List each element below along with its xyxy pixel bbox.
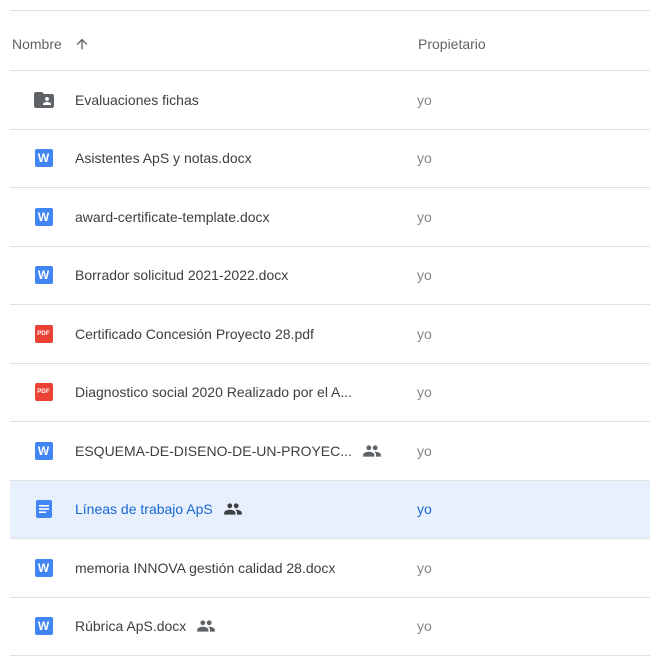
file-icon-cell — [10, 499, 75, 519]
file-name-cell: Rúbrica ApS.docx — [75, 618, 416, 634]
file-icon-cell: W — [10, 208, 75, 226]
word-icon: W — [35, 266, 53, 284]
file-list-header: Nombre Propietario — [10, 18, 650, 71]
file-icon-cell: PDF — [10, 383, 75, 401]
file-name[interactable]: Evaluaciones fichas — [75, 92, 199, 108]
file-row[interactable]: Waward-certificate-template.docx yo — [10, 188, 650, 247]
word-icon: W — [35, 559, 53, 577]
file-icon-cell: W — [10, 149, 75, 167]
file-name[interactable]: Certificado Concesión Proyecto 28.pdf — [75, 326, 314, 342]
file-icon-cell: W — [10, 559, 75, 577]
file-row[interactable]: Wmemoria INNOVA gestión calidad 28.docx y… — [10, 539, 650, 598]
file-name-cell: Certificado Concesión Proyecto 28.pdf — [75, 326, 416, 342]
file-owner: yo — [416, 209, 432, 225]
file-name-cell: award-certificate-template.docx — [75, 209, 416, 225]
file-owner: yo — [416, 618, 432, 634]
file-name-cell: Líneas de trabajo ApS — [75, 501, 416, 517]
pdf-icon: PDF — [35, 325, 53, 343]
pdf-icon: PDF — [35, 383, 53, 401]
file-name[interactable]: Diagnostico social 2020 Realizado por el… — [75, 384, 352, 400]
owner-column-header[interactable]: Propietario — [417, 36, 486, 52]
file-name[interactable]: ESQUEMA-DE-DISENO-DE-UN-PROYEC... — [75, 443, 352, 459]
word-icon: W — [35, 208, 53, 226]
file-name[interactable]: Borrador solicitud 2021-2022.docx — [75, 267, 288, 283]
name-column-label[interactable]: Nombre — [12, 36, 62, 52]
word-icon: W — [35, 617, 53, 635]
word-icon: W — [35, 149, 53, 167]
file-icon-cell: W — [10, 266, 75, 284]
file-owner: yo — [416, 326, 432, 342]
file-owner: yo — [416, 150, 432, 166]
name-column-header[interactable]: Nombre — [10, 36, 417, 52]
shared-people-icon — [196, 618, 216, 634]
file-row[interactable]: W ESQUEMA-DE-DISENO-DE-UN-PROYEC... yo — [10, 422, 650, 481]
file-name-cell: Diagnostico social 2020 Realizado por el… — [75, 384, 416, 400]
file-name-cell: memoria INNOVA gestión calidad 28.docx — [75, 560, 416, 576]
google-doc-icon — [34, 499, 54, 519]
file-row[interactable]: W Asistentes ApS y notas.docx yo — [10, 130, 650, 189]
file-icon-cell: PDF — [10, 325, 75, 343]
file-owner: yo — [416, 92, 432, 108]
file-row[interactable]: W Rúbrica ApS.docx yo — [10, 598, 650, 656]
file-list: Evaluaciones fichas yo W Asistentes ApS y n… — [10, 71, 650, 656]
file-row[interactable]: W Borrador solicitud 2021-2022.docx yo — [10, 247, 650, 306]
file-icon-cell: W — [10, 617, 75, 635]
file-name[interactable]: memoria INNOVA gestión calidad 28.docx — [75, 560, 335, 576]
file-name[interactable]: Asistentes ApS y notas.docx — [75, 150, 252, 166]
file-name-cell: Asistentes ApS y notas.docx — [75, 150, 416, 166]
file-name-cell: Evaluaciones fichas — [75, 92, 416, 108]
file-row[interactable]: PDF Diagnostico social 2020 Realizado por… — [10, 364, 650, 423]
top-divider — [10, 10, 650, 11]
file-name-cell: ESQUEMA-DE-DISENO-DE-UN-PROYEC... — [75, 443, 416, 459]
file-name[interactable]: Líneas de trabajo ApS — [75, 501, 213, 517]
file-row[interactable]: Líneas de trabajo ApS yo — [10, 481, 650, 540]
shared-people-icon — [223, 501, 243, 517]
word-icon: W — [35, 442, 53, 460]
file-owner: yo — [416, 443, 432, 459]
file-owner: yo — [416, 501, 432, 517]
shared-people-icon — [362, 443, 382, 459]
file-owner: yo — [416, 267, 432, 283]
file-owner: yo — [416, 560, 432, 576]
file-name-cell: Borrador solicitud 2021-2022.docx — [75, 267, 416, 283]
file-icon-cell — [10, 88, 75, 112]
file-icon-cell: W — [10, 442, 75, 460]
file-owner: yo — [416, 384, 432, 400]
file-row[interactable]: Evaluaciones fichas yo — [10, 71, 650, 130]
shared-folder-icon — [32, 88, 56, 112]
file-row[interactable]: PDF Certificado Concesión Proyecto 28.pdf… — [10, 305, 650, 364]
file-name[interactable]: Rúbrica ApS.docx — [75, 618, 186, 634]
arrow-up-icon[interactable] — [74, 36, 90, 52]
file-name[interactable]: award-certificate-template.docx — [75, 209, 270, 225]
